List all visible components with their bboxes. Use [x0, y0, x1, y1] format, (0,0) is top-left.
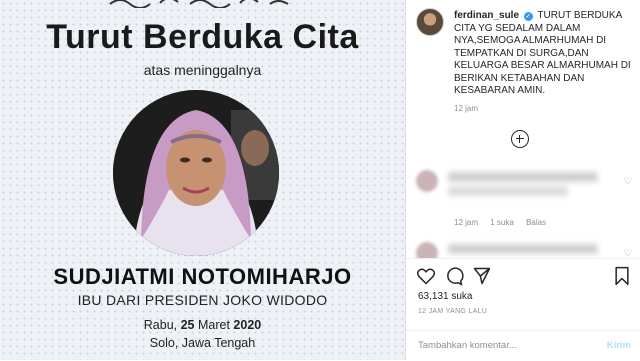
comment-composer: Tambahkan komentar... Kirim	[406, 330, 640, 361]
bookmark-icon[interactable]	[612, 266, 632, 286]
comment-meta: 12 jam 1 suka Balas	[454, 218, 556, 227]
post-timestamp[interactable]: 12 JAM YANG LALU	[418, 308, 487, 315]
date-day: 25	[180, 318, 195, 332]
calligraphy-ornament	[109, 0, 289, 8]
likes-count[interactable]: 63,131 suka	[418, 291, 473, 302]
comment-like-heart-icon[interactable]: ♡	[624, 176, 632, 187]
portrait-illustration	[113, 90, 279, 256]
post-subtitle: atas meninggalnya	[143, 62, 262, 78]
username-link[interactable]: ferdinan_sule	[454, 10, 519, 21]
heart-icon[interactable]	[416, 266, 436, 286]
action-bar	[406, 258, 640, 295]
post-image: Turut Berduka Cita atas meninggalnya SUD…	[0, 0, 405, 360]
comment-likes[interactable]: 1 suka	[490, 218, 514, 227]
relation-text: IBU DARI PRESIDEN JOKO WIDODO	[77, 292, 328, 308]
place-text: Solo, Jawa Tengah	[149, 336, 256, 350]
send-button[interactable]: Kirim	[607, 340, 631, 351]
comment-avatar[interactable]	[416, 170, 438, 192]
share-icon[interactable]	[472, 266, 492, 286]
comment-reply-button[interactable]: Balas	[526, 218, 546, 227]
date-year: 2020	[233, 318, 262, 332]
caption-time[interactable]: 12 jam	[454, 104, 478, 113]
date-line: Rabu, 25 Maret 2020	[0, 318, 405, 332]
deceased-name: SUDJIATMI NOTOMIHARJO	[53, 264, 352, 289]
comment-icon[interactable]	[444, 266, 464, 286]
comment-text-blurred	[448, 172, 598, 182]
comment-time[interactable]: 12 jam	[454, 218, 478, 227]
date-month: Maret	[194, 318, 234, 332]
verified-badge-icon: ✓	[523, 12, 533, 21]
avatar[interactable]	[416, 8, 444, 36]
comment-text-blurred	[448, 244, 598, 254]
comment-input[interactable]: Tambahkan komentar...	[418, 340, 517, 351]
post-title: Turut Berduka Cita	[46, 18, 359, 56]
portrait-photo	[113, 90, 279, 256]
caption-text: TURUT BERDUKA CITA YG SEDALAM DALAM NYA,…	[454, 10, 631, 96]
comment-text-blurred-line	[448, 186, 568, 196]
date-prefix: Rabu,	[143, 318, 181, 332]
load-more-comments-plus-circle-icon[interactable]	[511, 130, 529, 148]
caption: ferdinan_sule ✓ TURUT BERDUKA CITA YG SE…	[454, 10, 640, 98]
post-sidebar: ferdinan_sule ✓ TURUT BERDUKA CITA YG SE…	[405, 0, 640, 360]
